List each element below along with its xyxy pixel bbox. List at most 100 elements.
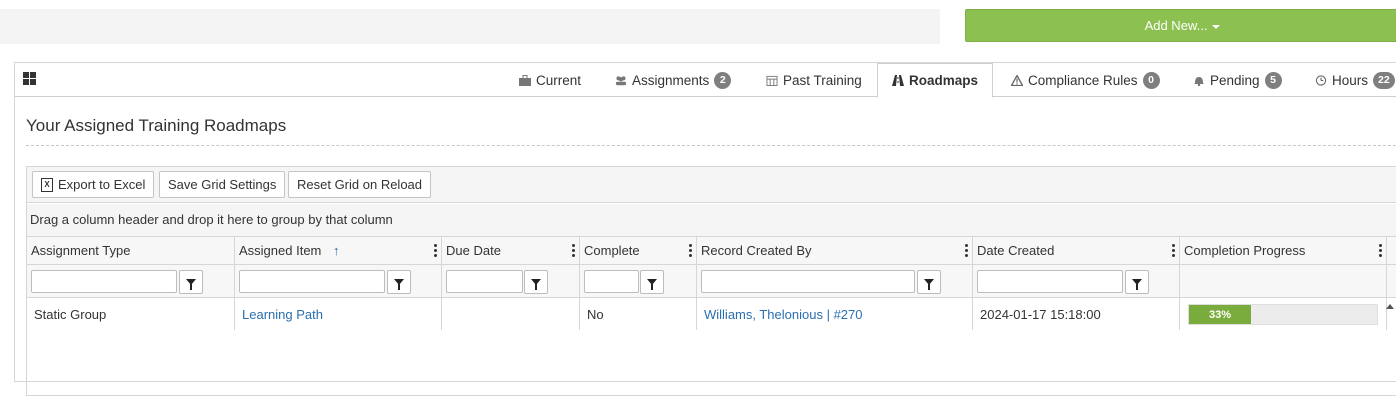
tab-pending[interactable]: Pending 5 [1193,63,1282,97]
save-grid-settings-button[interactable]: Save Grid Settings [159,171,286,198]
briefcase-icon [519,74,531,86]
reset-label: Reset Grid on Reload [297,177,423,192]
column-menu-icon[interactable] [1172,244,1175,257]
column-header-label: Due Date [446,243,501,258]
column-menu-icon[interactable] [689,244,692,257]
scroll-up-arrow-icon[interactable] [1386,304,1394,309]
tab-label: Current [536,72,582,88]
filter-icon [186,279,196,290]
column-header-label: Assignment Type [31,243,131,258]
filter-cell [1180,265,1387,298]
filter-input-assignment-type[interactable] [31,270,177,293]
table-row[interactable]: Static Group Learning Path No Williams, … [27,298,1396,330]
count-badge: 0 [1142,71,1160,89]
section-title: Your Assigned Training Roadmaps [26,116,287,135]
progress-bar: 33% [1188,304,1378,325]
count-badge: 5 [1264,71,1282,89]
cell-assigned-item-link[interactable]: Learning Path [235,298,442,330]
group-hint: Drag a column header and drop it here to… [30,212,393,227]
cell-completion-progress: 33% [1180,298,1387,330]
filter-button[interactable] [1125,270,1149,294]
filter-cell [27,265,235,298]
column-header-label: Record Created By [701,243,812,258]
filter-button[interactable] [917,270,941,294]
cell-complete: No [580,298,697,330]
reset-grid-button[interactable]: Reset Grid on Reload [288,171,432,198]
filter-button[interactable] [524,270,548,294]
tab-assignments[interactable]: Assignments 2 [615,63,732,97]
column-header-completion-progress[interactable]: Completion Progress [1180,237,1387,265]
filter-input-record-created-by[interactable] [701,270,915,293]
tab-label: Past Training [783,72,862,88]
bell-icon [1194,76,1204,86]
column-header-label: Completion Progress [1184,243,1306,258]
filter-row [27,265,1396,298]
count-badge: 2 [714,71,732,89]
filter-cell [973,265,1180,298]
group-drop-area[interactable]: Drag a column header and drop it here to… [27,204,1396,237]
dashed-divider [26,145,1396,146]
data-grid: X Export to Excel Save Grid Settings Res… [26,166,1396,396]
column-header-label: Date Created [977,243,1055,258]
tab-roadmaps[interactable]: Roadmaps [877,63,994,98]
filter-button[interactable] [179,270,203,294]
filter-icon [1132,279,1142,290]
export-label: Export to Excel [58,177,146,192]
column-header-label: Assigned Item [239,243,322,258]
column-menu-icon[interactable] [572,244,575,257]
filter-button[interactable] [640,270,664,294]
tab-label: Roadmaps [909,73,979,88]
progress-fill: 33% [1189,305,1252,324]
column-header-assigned-item[interactable]: Assigned Item ↑ [235,237,442,265]
column-header-label: Complete [584,243,640,258]
filter-input-due-date[interactable] [446,270,523,293]
sort-ascending-icon: ↑ [333,243,340,258]
cell-date-created: 2024-01-17 15:18:00 [973,298,1180,330]
column-header-due-date[interactable]: Due Date [442,237,580,265]
road-icon [892,75,904,86]
users-icon [615,75,627,85]
tab-compliance-rules[interactable]: Compliance Rules 0 [1011,63,1160,97]
filter-cell [697,265,973,298]
grid-toolbar: X Export to Excel Save Grid Settings Res… [27,167,1396,203]
filter-input-complete[interactable] [584,270,639,293]
column-menu-icon[interactable] [1379,244,1382,257]
grid-menu-icon[interactable] [23,72,36,85]
tab-bar: Current Assignments 2 Past Training Road… [15,63,1396,98]
tab-current[interactable]: Current [519,63,581,97]
filter-input-assigned-item[interactable] [239,270,385,293]
add-new-label: Add New... [1144,18,1208,33]
calendar-icon [766,75,778,86]
cell-record-created-by-link[interactable]: Williams, Thelonious | #270 [697,298,973,330]
filter-input-date-created[interactable] [977,270,1123,293]
column-header-complete[interactable]: Complete [580,237,697,265]
column-header-record-created-by[interactable]: Record Created By [697,237,973,265]
filter-cell [442,265,580,298]
column-menu-icon[interactable] [965,244,968,257]
export-excel-button[interactable]: X Export to Excel [32,171,155,198]
tab-hours[interactable]: Hours 22 [1315,63,1395,97]
column-menu-icon[interactable] [434,244,437,257]
filter-icon [531,279,541,290]
top-search-bar [0,9,940,44]
filter-button[interactable] [387,270,411,294]
warning-icon [1011,74,1023,86]
filter-icon [924,279,934,290]
tab-label: Assignments [632,72,710,88]
tab-past-training[interactable]: Past Training [766,63,862,97]
tab-label: Hours [1332,72,1369,88]
filter-cell [580,265,697,298]
filter-icon [647,279,657,290]
column-header-assignment-type[interactable]: Assignment Type [27,237,235,265]
cell-assignment-type: Static Group [27,298,235,330]
column-header-date-created[interactable]: Date Created [973,237,1180,265]
tab-label: Compliance Rules [1028,72,1138,88]
main-panel: Current Assignments 2 Past Training Road… [14,62,1396,396]
add-new-button[interactable]: Add New... [965,9,1396,42]
save-label: Save Grid Settings [168,177,277,192]
filter-icon [394,279,404,290]
header-row: Assignment Type Assigned Item ↑ Due Date… [27,237,1396,265]
tab-label: Pending [1210,72,1260,88]
clock-icon [1315,74,1327,86]
filter-cell [235,265,442,298]
